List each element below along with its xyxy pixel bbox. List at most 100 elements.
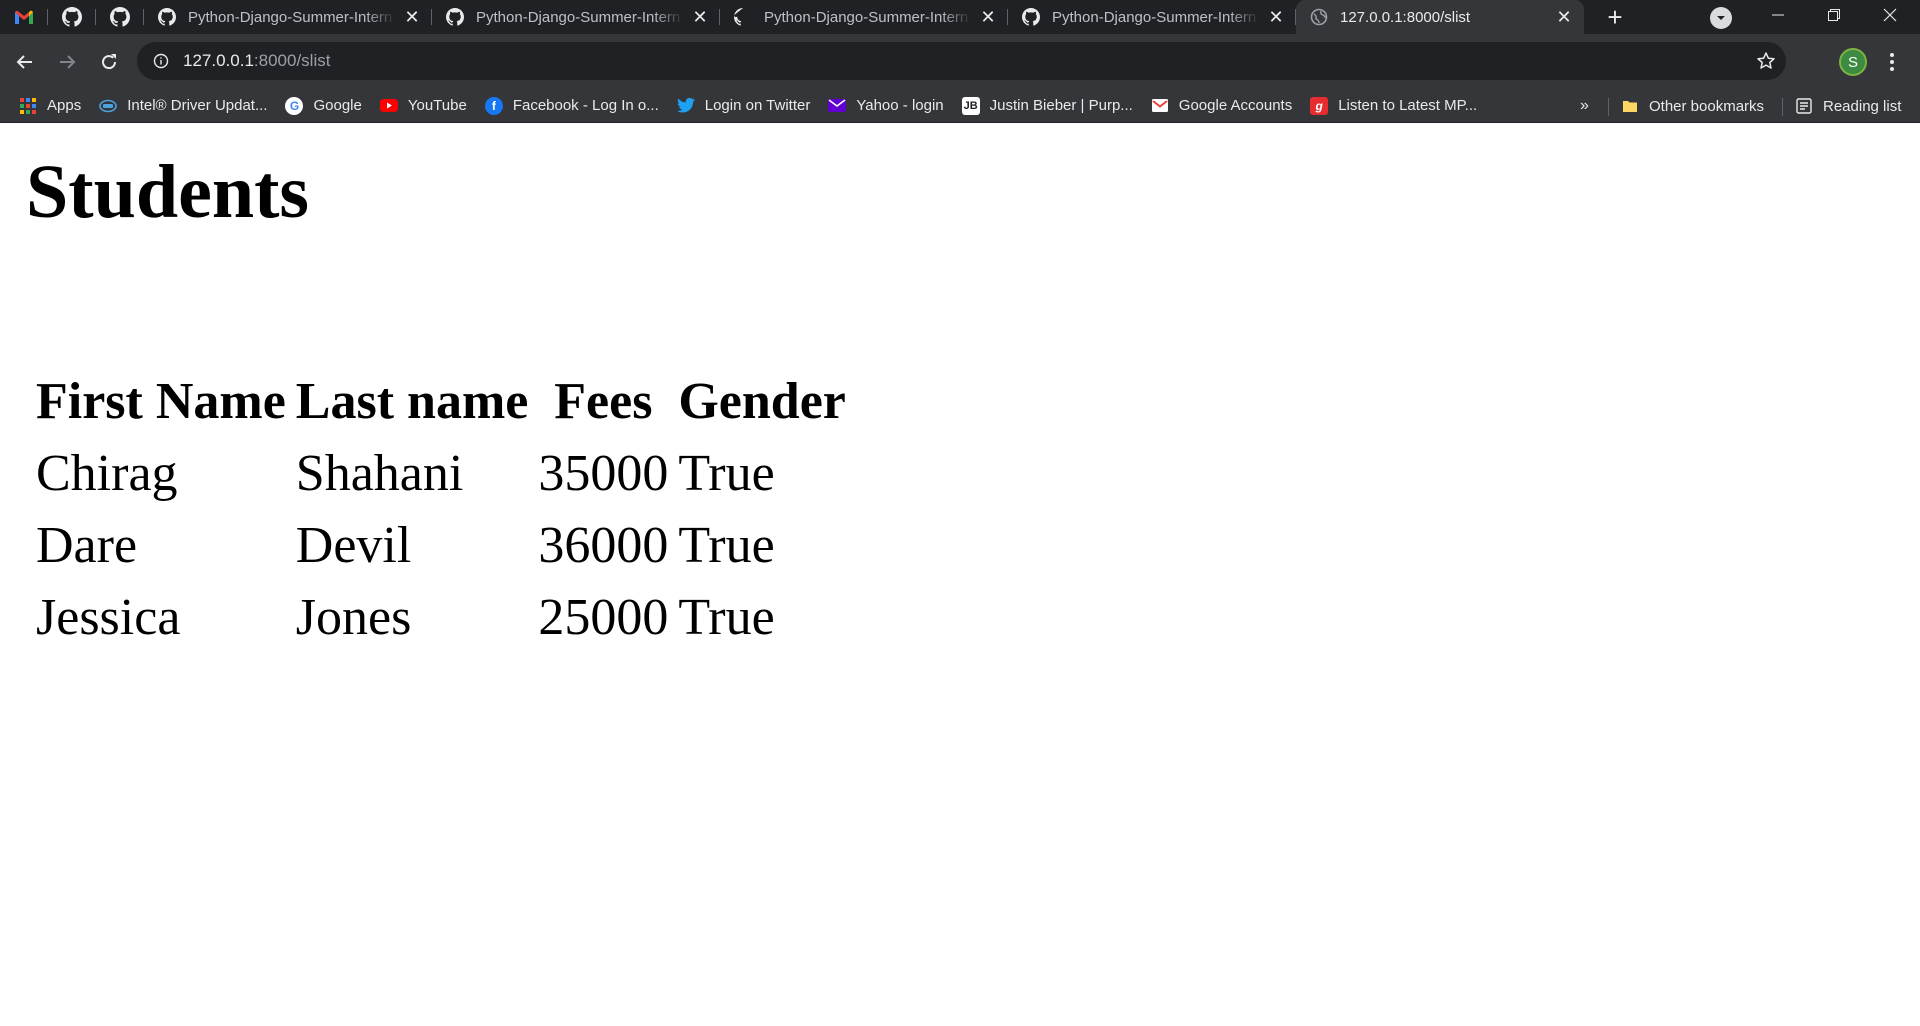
tab-title: Python-Django-Summer-Intern [764, 8, 969, 26]
cell-fees: 35000 [538, 445, 669, 502]
bookmark-label: Intel® Driver Updat... [127, 97, 268, 114]
reload-icon [102, 53, 117, 69]
chevron-down-icon [1717, 16, 1725, 20]
cell-first-name: Jessica [36, 589, 181, 646]
profile-avatar[interactable]: S [1839, 48, 1867, 76]
bookmark-gaana[interactable]: g Listen to Latest MP... [1301, 92, 1486, 120]
bookmark-label: Yahoo - login [856, 97, 944, 114]
bookmarks-divider [1782, 98, 1783, 116]
google-icon: G [285, 96, 304, 115]
github-icon [62, 7, 82, 27]
other-bookmarks-folder[interactable]: Other bookmarks [1612, 92, 1773, 120]
bookmark-google-accounts[interactable]: Google Accounts [1142, 92, 1301, 120]
github-icon [1022, 8, 1040, 26]
new-tab-button[interactable]: + [1594, 0, 1636, 34]
bookmarks-divider [1608, 98, 1609, 116]
tab-close-icon[interactable]: ✕ [1266, 7, 1286, 27]
close-icon [1883, 8, 1897, 22]
bookmark-label: Login on Twitter [704, 97, 811, 114]
tab-close-icon[interactable]: ✕ [1554, 7, 1574, 27]
yahoo-mail-icon [828, 97, 847, 115]
browser-toolbar: 127.0.0.1:8000/slist S [0, 34, 1920, 89]
bookmarks-overflow-button[interactable]: » [1580, 92, 1589, 120]
restore-button[interactable] [1806, 0, 1862, 30]
column-header-fees: Fees [554, 373, 653, 430]
tab-close-icon[interactable]: ✕ [402, 7, 422, 27]
browser-tab[interactable]: Python-Django-Summer-Intern ✕ [720, 0, 1008, 34]
page-viewport: Students First Name Last name Fees Gende… [0, 124, 1920, 1026]
reading-list-button[interactable]: Reading list [1786, 92, 1910, 120]
youtube-icon [379, 97, 398, 115]
address-bar[interactable]: 127.0.0.1:8000/slist [137, 42, 1786, 80]
globe-icon [1310, 8, 1328, 26]
github-icon [446, 8, 464, 26]
tab-title: Python-Django-Summer-Intern [188, 8, 393, 26]
table-row: Dare Devil 36000 True [34, 511, 848, 581]
apps-grid-icon [19, 97, 37, 115]
bookmark-justin-bieber[interactable]: JB Justin Bieber | Purp... [953, 92, 1142, 120]
bookmark-label: Listen to Latest MP... [1338, 97, 1478, 114]
browser-tab[interactable]: Python-Django-Summer-Intern ✕ [1008, 0, 1296, 34]
jb-icon: JB [961, 96, 980, 115]
gmail-icon [15, 10, 33, 24]
bookmark-facebook[interactable]: f Facebook - Log In o... [476, 92, 668, 120]
close-window-button[interactable] [1862, 0, 1918, 30]
arrow-right-icon [60, 54, 76, 69]
tab-close-icon[interactable]: ✕ [690, 7, 710, 27]
pinned-tab-github-2[interactable] [96, 0, 144, 34]
cell-fees: 36000 [538, 517, 669, 574]
cell-first-name: Chirag [36, 445, 178, 502]
intel-icon [99, 97, 118, 115]
restore-icon [1828, 9, 1840, 21]
gmail-icon [1151, 97, 1169, 115]
twitter-icon [676, 97, 695, 115]
github-icon [110, 7, 130, 27]
bookmark-apps[interactable]: Apps [10, 92, 90, 120]
menu-kebab-icon[interactable] [1882, 48, 1902, 76]
cell-last-name: Shahani [295, 445, 464, 502]
site-info-icon[interactable] [151, 51, 171, 71]
bookmark-label: Other bookmarks [1649, 97, 1765, 115]
bookmark-label: Google [313, 97, 362, 114]
url-path: :8000/slist [253, 51, 331, 70]
cell-fees: 25000 [538, 589, 669, 646]
cell-last-name: Devil [295, 517, 412, 574]
cell-first-name: Dare [36, 517, 138, 574]
bookmark-youtube[interactable]: YouTube [371, 92, 476, 120]
column-header-last-name: Last name [295, 373, 529, 430]
minimize-icon [1772, 14, 1784, 16]
bookmark-label: Google Accounts [1178, 97, 1293, 114]
table-row: Jessica Jones 25000 True [34, 583, 848, 653]
pinned-tab-github-1[interactable] [48, 0, 96, 34]
browser-tab-active[interactable]: 127.0.0.1:8000/slist ✕ [1296, 0, 1584, 34]
cell-gender: True [678, 589, 775, 646]
pinned-tab-gmail[interactable] [0, 0, 48, 34]
browser-tab[interactable]: Python-Django-Summer-Intern ✕ [432, 0, 720, 34]
forward-button[interactable] [50, 45, 84, 79]
column-header-first-name: First Name [36, 373, 286, 430]
bookmark-google[interactable]: G Google [276, 92, 370, 120]
bookmarks-bar: Apps Intel® Driver Updat... G Google You… [0, 89, 1920, 123]
bookmark-intel[interactable]: Intel® Driver Updat... [90, 92, 276, 120]
gaana-icon: g [1310, 96, 1329, 115]
bookmark-star-icon[interactable] [1756, 51, 1776, 71]
cell-gender: True [678, 445, 775, 502]
tab-search-button[interactable] [1710, 7, 1732, 29]
arrow-left-icon [16, 54, 32, 69]
table-header-row: First Name Last name Fees Gender [34, 367, 848, 437]
bookmark-yahoo[interactable]: Yahoo - login [819, 92, 952, 120]
browser-tab[interactable]: Python-Django-Summer-Intern ✕ [144, 0, 432, 34]
github-icon [734, 8, 752, 26]
cell-gender: True [678, 517, 775, 574]
page-title: Students [26, 150, 309, 234]
back-button[interactable] [8, 45, 42, 79]
reload-button[interactable] [92, 45, 126, 79]
reading-list-icon [1795, 97, 1813, 115]
bookmark-label: Reading list [1823, 97, 1902, 115]
tab-title: 127.0.0.1:8000/slist [1340, 8, 1471, 26]
bookmark-twitter[interactable]: Login on Twitter [668, 92, 820, 120]
bookmark-label: Facebook - Log In o... [512, 97, 659, 114]
minimize-button[interactable] [1750, 0, 1806, 30]
tab-close-icon[interactable]: ✕ [978, 7, 998, 27]
github-icon [158, 8, 176, 26]
